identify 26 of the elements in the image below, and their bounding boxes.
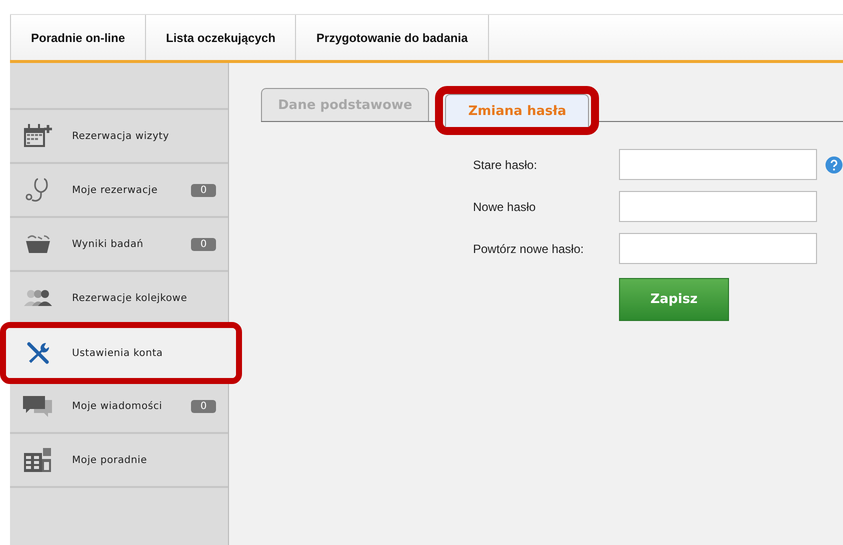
password-field[interactable]	[619, 233, 817, 264]
count-badge: 0	[191, 238, 216, 250]
basket-icon	[24, 234, 52, 254]
people-icon	[22, 288, 54, 308]
calendar-icon	[23, 123, 53, 149]
chat-icon	[22, 394, 54, 418]
field-label: Stare hasło:	[473, 158, 538, 172]
password-field[interactable]	[619, 191, 817, 222]
sidebar-item[interactable]: Ustawienia konta	[6, 328, 236, 378]
sidebar-item[interactable]: Rezerwacje kolejkowe	[10, 272, 228, 324]
nav-tab[interactable]: Poradnie on-line	[10, 15, 146, 60]
count-badge: 0	[191, 400, 216, 412]
nav-tab[interactable]: Lista oczekujących	[146, 15, 296, 60]
sidebar-item[interactable]: Rezerwacja wizyty	[10, 110, 228, 162]
field-label: Nowe hasło	[473, 200, 537, 214]
field-label: Powtórz nowe hasło:	[473, 242, 585, 256]
help-icon[interactable]	[825, 156, 843, 174]
password-field[interactable]	[619, 149, 817, 180]
tools-icon	[25, 341, 51, 365]
nav-tab[interactable]: Przygotowanie do badania	[296, 15, 489, 60]
sidebar-item[interactable]: Moje rezerwacje 0	[10, 164, 228, 216]
sidebar-item[interactable]: Wyniki badań 0	[10, 218, 228, 270]
sidebar-item[interactable]: Moje poradnie	[10, 434, 228, 486]
sidebar-item[interactable]: Moje wiadomości 0	[10, 380, 228, 432]
building-icon	[23, 447, 53, 473]
count-badge: 0	[191, 184, 216, 196]
